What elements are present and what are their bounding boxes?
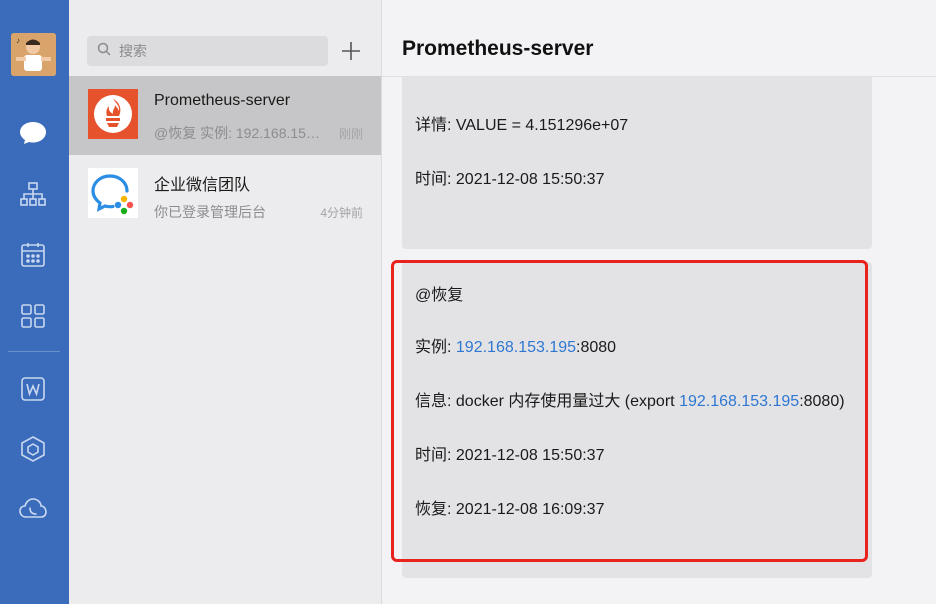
- user-avatar[interactable]: ♪: [11, 33, 56, 76]
- message-time: 时间: 2021-12-08 15:50:37: [415, 171, 605, 188]
- search-box[interactable]: 搜索: [87, 36, 328, 66]
- chat-title: Prometheus-server: [402, 37, 594, 60]
- conversation-name: 企业微信团队: [154, 177, 251, 194]
- message-instance: 实例: 192.168.153.195:8080: [415, 333, 616, 357]
- svg-text:♪: ♪: [16, 36, 20, 45]
- message-info: 信息: docker 内存使用量过大 (export 192.168.153.1…: [415, 387, 845, 411]
- doc-w-icon[interactable]: [17, 373, 49, 405]
- left-rail: ♪: [0, 0, 69, 604]
- info-label: 信息: docker 内存使用量过大 (export: [415, 393, 680, 410]
- instance-ip-link[interactable]: 192.168.153.195: [456, 339, 576, 356]
- conversation-preview: 你已登录管理后台: [154, 204, 266, 220]
- instance-port: :8080: [576, 339, 617, 356]
- org-chart-icon[interactable]: [17, 178, 49, 210]
- instance-label: 实例:: [415, 339, 456, 356]
- plus-icon: [342, 42, 360, 60]
- calendar-icon[interactable]: [17, 239, 49, 271]
- conversation-preview: @恢复 实例: 192.168.153.195:8080: [154, 125, 326, 141]
- message-time: 时间: 2021-12-08 15:50:37: [415, 447, 605, 464]
- conversation-list: 搜索 Prometheus-server @恢复 实例: 192.168.153…: [69, 0, 382, 604]
- message-mention: @恢复: [415, 287, 464, 304]
- message-detail: 详情: VALUE = 4.151296e+07: [415, 117, 629, 134]
- cloud-phone-icon[interactable]: [17, 493, 49, 525]
- rail-divider: [8, 351, 60, 352]
- search-input[interactable]: 搜索: [119, 41, 147, 61]
- chat-header: Prometheus-server: [382, 0, 936, 77]
- conversation-time: 刚刚: [338, 127, 363, 141]
- add-button[interactable]: [340, 40, 362, 62]
- message-bubble[interactable]: 详情: VALUE = 4.151296e+07 时间: 2021-12-08 …: [402, 77, 872, 249]
- info-suffix: :8080): [799, 393, 845, 410]
- chat-panel: Prometheus-server 详情: VALUE = 4.151296e+…: [382, 0, 936, 604]
- conversation-item[interactable]: 企业微信团队 你已登录管理后台 4分钟前: [69, 155, 381, 234]
- prometheus-logo-icon: [88, 89, 138, 139]
- search-icon: [97, 42, 111, 61]
- apps-grid-icon[interactable]: [17, 300, 49, 332]
- conversation-item[interactable]: Prometheus-server @恢复 实例: 192.168.153.19…: [69, 76, 381, 155]
- info-ip-link[interactable]: 192.168.153.195: [679, 393, 799, 410]
- message-recover-time: 恢复: 2021-12-08 16:09:37: [415, 501, 605, 518]
- conversation-time: 4分钟前: [320, 206, 363, 220]
- message-bubble[interactable]: @恢复 实例: 192.168.153.195:8080 信息: docker …: [402, 262, 872, 578]
- cube-icon[interactable]: [17, 433, 49, 465]
- conversation-name: Prometheus-server: [154, 92, 291, 109]
- chat-icon[interactable]: [17, 117, 49, 149]
- wecom-team-logo-icon: [88, 168, 138, 218]
